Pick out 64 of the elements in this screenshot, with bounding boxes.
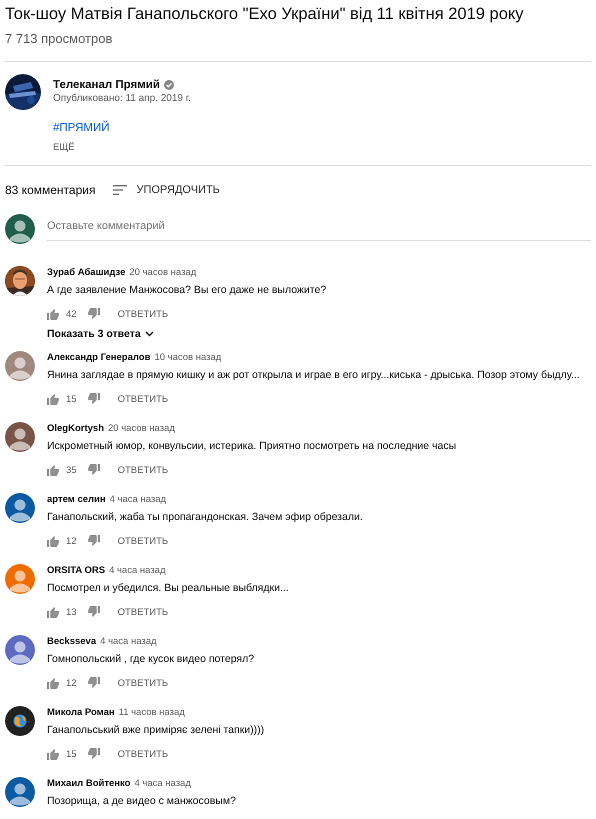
chevron-down-icon [144,331,154,337]
like-count: 15 [66,748,77,760]
comment-text: Янина заглядае в прямую кишку и аж рот открыла и играе в его игру...киська - дрыська. Позор этому быдлу... [47,368,580,382]
comment-time[interactable]: 4 часа назад [134,777,191,791]
publish-date: Опубликовано: 11 апр. 2019 г. [53,93,191,104]
sort-icon [113,185,128,195]
thumbs-down-icon[interactable] [86,464,100,476]
thumbs-up-icon[interactable] [47,535,60,547]
comment-text: Ганапольский, жаба ты пропагандонская. Зачем эфир обрезали. [47,510,363,524]
comment-time[interactable]: 20 часов назад [129,266,196,280]
thumbs-down-icon[interactable] [86,393,100,405]
comment-text: Гомнопольский , где кусок видео потерял? [47,652,254,666]
comment-author[interactable]: Михаил Войтенко [47,777,130,791]
comment-author[interactable]: Александр Генералов [47,351,150,365]
thumbs-up-icon[interactable] [47,308,60,320]
comment-count: 83 комментария [5,183,96,197]
comment-author[interactable]: Зураб Абашидзе [47,266,126,280]
comment-time[interactable]: 11 часов назад [118,706,185,720]
comment-author[interactable]: Микола Роман [47,706,115,720]
thumbs-down-icon[interactable] [86,748,100,760]
channel-name[interactable]: Телеканал Прямий [53,79,160,91]
avatar-icon [5,214,35,244]
comment-author[interactable]: артем селин [47,493,106,507]
video-title: Ток-шоу Матвія Ганапольского "Ехо України" від 11 квітня 2019 року [5,4,525,24]
comment-text: А где заявление Манжосова? Вы его даже не выложите? [47,283,326,297]
sort-button[interactable]: УПОРЯДОЧИТЬ [113,184,220,196]
comment-text: Позорища, а де видео с манжосовым? [47,794,236,808]
reply-button[interactable]: ОТВЕТИТЬ [118,308,168,320]
like-count: 35 [66,464,77,476]
comment-time[interactable]: 4 часа назад [110,493,166,507]
like-count: 15 [66,394,77,404]
thumbs-up-icon[interactable] [47,606,60,618]
thumbs-down-icon[interactable] [86,677,100,689]
comment-text: Ганапольський вже приміряє зелені тапки)))) [47,723,264,737]
thumbs-up-icon[interactable] [47,464,60,476]
thumbs-up-icon[interactable] [47,393,60,405]
like-count: 13 [66,606,77,618]
like-count: 12 [66,678,77,688]
comment-author[interactable]: ORSITA ORS [47,564,106,578]
comment-time[interactable]: 4 часа назад [100,635,157,649]
show-more-button[interactable]: ЕЩЁ [53,142,75,153]
comment-time[interactable]: 10 часов назад [154,351,222,365]
like-count: 12 [66,536,77,546]
thumbs-down-icon[interactable] [86,535,100,547]
comment-text: Посмотрел и убедился. Вы реальные выблядки... [47,581,289,595]
like-count: 42 [66,308,77,320]
thumbs-up-icon[interactable] [47,748,60,760]
reply-button[interactable]: ОТВЕТИТЬ [118,394,168,404]
hashtag-link[interactable]: #ПРЯМИЙ [53,122,191,134]
comment-author[interactable]: Becksseva [47,635,96,649]
comment-time[interactable]: 4 часа назад [109,564,166,578]
show-replies-button[interactable]: Показать 3 ответа [47,328,154,340]
view-count: 7 713 просмотров [5,31,114,47]
reply-button[interactable]: ОТВЕТИТЬ [118,748,168,760]
thumbs-down-icon[interactable] [86,606,100,618]
reply-button[interactable]: ОТВЕТИТЬ [118,678,168,688]
reply-button[interactable]: ОТВЕТИТЬ [118,606,168,618]
thumbs-up-icon[interactable] [47,677,60,689]
thumbs-down-icon[interactable] [86,308,100,320]
reply-button[interactable]: ОТВЕТИТЬ [118,464,168,476]
comment-text: Искрометный юмор, конвульсии, истерика. Приятно посмотреть на последние часы [47,439,456,453]
comment-author[interactable]: OlegKortysh [47,422,104,436]
comment-time[interactable]: 20 часов назад [108,422,175,436]
reply-button[interactable]: ОТВЕТИТЬ [118,536,168,546]
